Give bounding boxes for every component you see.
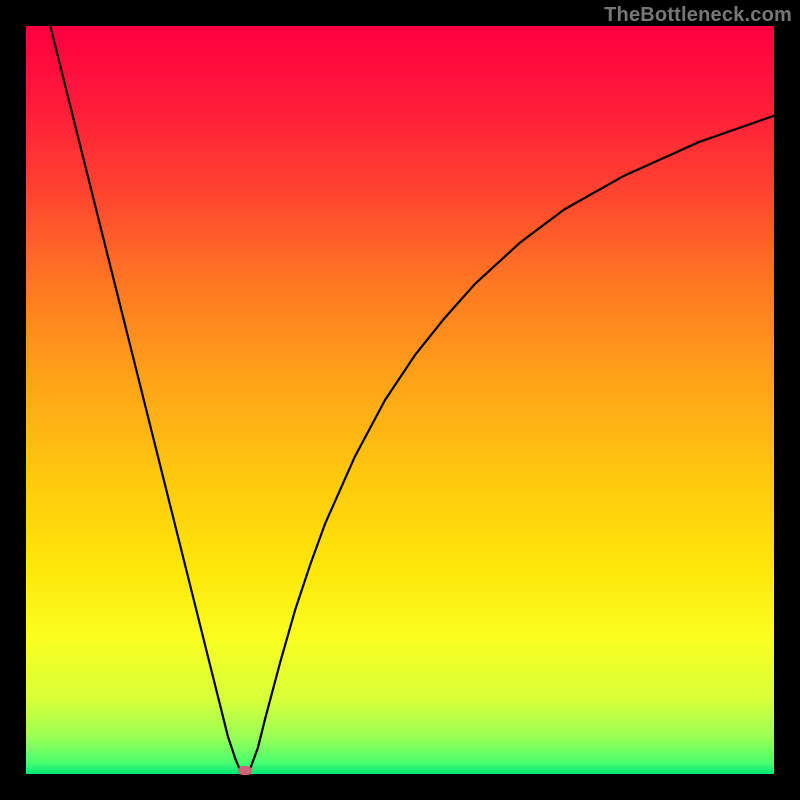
chart-frame	[26, 26, 774, 774]
chart-curve	[26, 26, 774, 774]
watermark-text: TheBottleneck.com	[604, 4, 792, 27]
bottleneck-curve	[26, 26, 774, 774]
min-marker	[238, 766, 252, 775]
